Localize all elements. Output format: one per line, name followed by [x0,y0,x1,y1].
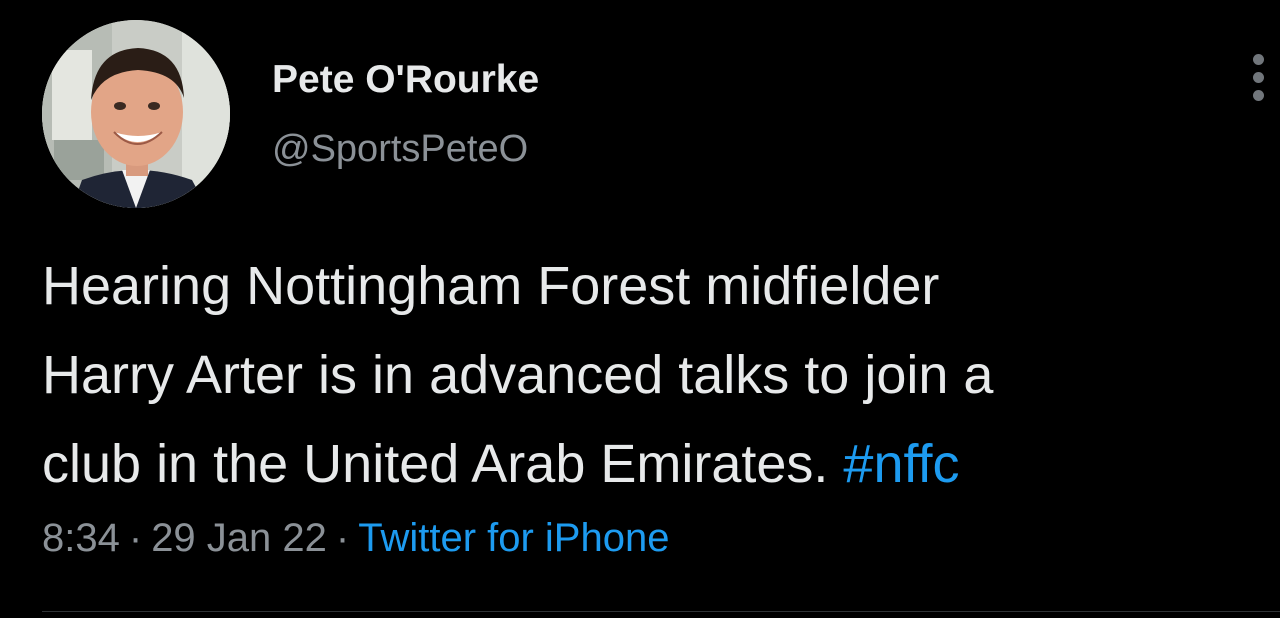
more-vertical-icon [1253,54,1264,65]
more-options-button[interactable] [1244,50,1276,106]
more-vertical-icon [1253,90,1264,101]
tweet-date[interactable]: 29 Jan 22 [151,516,327,560]
author-handle[interactable]: @SportsPeteO [272,128,528,171]
tweet-text-line: Hearing Nottingham Forest midfielder [42,256,940,316]
more-vertical-icon [1253,72,1264,83]
author-name[interactable]: Pete O'Rourke [272,58,539,102]
tweet-source-link[interactable]: Twitter for iPhone [358,516,669,560]
tweet-text-line: club in the United Arab Emirates. #nffc [42,420,1272,509]
divider [42,611,1280,612]
avatar-photo [42,20,230,208]
tweet-text: Hearing Nottingham Forest midfielder Har… [42,242,1272,509]
tweet-text-segment: club in the United Arab Emirates. [42,434,844,494]
tweet-meta: 8:34 · 29 Jan 22 · Twitter for iPhone [42,516,669,561]
meta-separator: · [128,516,143,560]
tweet-time[interactable]: 8:34 [42,516,120,560]
tweet-text-line: Harry Arter is in advanced talks to join… [42,345,994,405]
meta-separator: · [335,516,350,560]
hashtag-link[interactable]: #nffc [843,434,959,494]
author-avatar[interactable] [42,20,230,208]
tweet-card: Pete O'Rourke @SportsPeteO Hearing Notti… [0,0,1280,618]
